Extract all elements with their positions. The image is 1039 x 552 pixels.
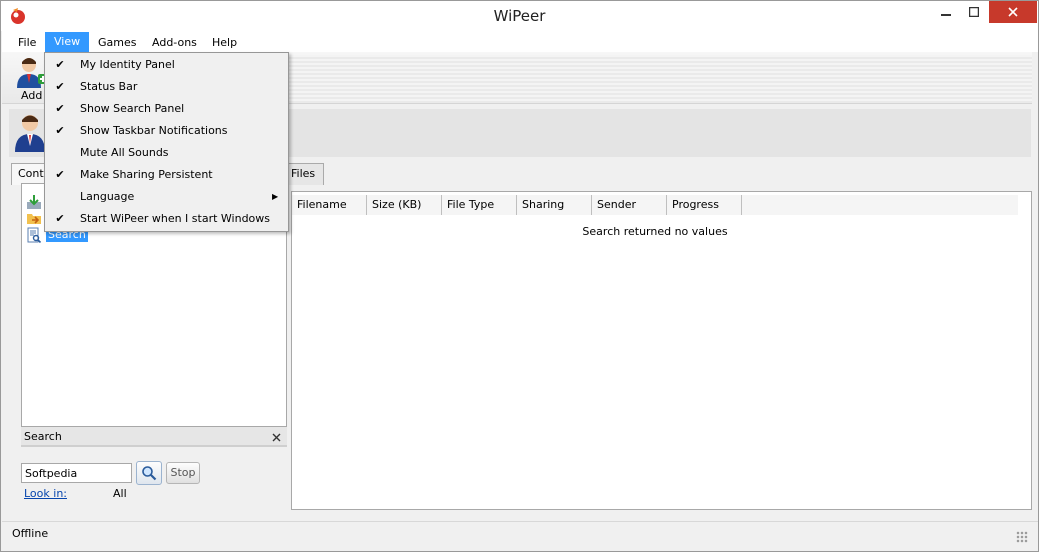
menu-item-show-taskbar-notifications[interactable]: ✔ Show Taskbar Notifications (45, 120, 288, 142)
search-input[interactable] (21, 463, 132, 483)
download-icon (27, 195, 41, 209)
search-document-icon (27, 227, 42, 243)
look-in-link[interactable]: Look in: (24, 487, 67, 500)
checkmark-icon: ✔ (55, 168, 65, 181)
toolbar-background (288, 55, 1032, 103)
menu-item-label: Show Taskbar Notifications (80, 124, 228, 137)
view-menu-dropdown: ✔ My Identity Panel ✔ Status Bar ✔ Show … (44, 52, 289, 232)
menu-help[interactable]: Help (206, 34, 243, 51)
column-header-file-type[interactable]: File Type (442, 195, 517, 215)
menu-item-label: Mute All Sounds (80, 146, 169, 159)
menu-addons[interactable]: Add-ons (146, 34, 203, 51)
search-panel-header: Search (21, 427, 287, 447)
menu-item-label: Start WiPeer when I start Windows (80, 212, 271, 225)
empty-results-message: Search returned no values (582, 225, 728, 238)
maximize-button[interactable] (960, 1, 988, 23)
menu-item-label: Show Search Panel (80, 102, 185, 115)
stop-button[interactable]: Stop (166, 462, 200, 484)
menu-item-show-search-panel[interactable]: ✔ Show Search Panel (45, 98, 288, 120)
maximize-icon (969, 7, 979, 17)
checkmark-icon: ✔ (55, 80, 65, 93)
minimize-button[interactable] (932, 1, 960, 23)
files-table-header: Filename Size (KB) File Type Sharing Sen… (292, 195, 1018, 215)
minimize-icon (941, 14, 951, 16)
status-text: Offline (12, 527, 49, 540)
menu-item-status-bar[interactable]: ✔ Status Bar (45, 76, 288, 98)
column-header-filename[interactable]: Filename (292, 195, 367, 215)
menu-item-make-sharing-persistent[interactable]: ✔ Make Sharing Persistent (45, 164, 288, 186)
menu-view[interactable]: View (45, 32, 90, 52)
column-header-sharing[interactable]: Sharing (517, 195, 592, 215)
resize-grip-icon[interactable] (1016, 531, 1028, 543)
close-icon (1008, 7, 1018, 17)
menu-item-label: Language (80, 190, 135, 203)
window-title: WiPeer (493, 7, 546, 25)
menu-item-label: Status Bar (80, 80, 138, 93)
menu-item-my-identity-panel[interactable]: ✔ My Identity Panel (45, 54, 288, 76)
checkmark-icon: ✔ (55, 212, 65, 225)
app-window: WiPeer File View Games Add-ons Help Add (0, 0, 1039, 552)
tree-row-shared[interactable] (26, 210, 42, 226)
submenu-arrow-icon: ▶ (272, 192, 279, 201)
menu-games[interactable]: Games (92, 34, 142, 51)
checkmark-icon: ✔ (55, 102, 65, 115)
column-header-progress[interactable]: Progress (667, 195, 742, 215)
close-icon (272, 433, 281, 442)
files-panel (291, 191, 1032, 510)
checkmark-icon: ✔ (55, 124, 65, 137)
menu-item-language[interactable]: Language ▶ (45, 186, 288, 208)
search-panel-title: Search (24, 430, 62, 443)
column-header-size[interactable]: Size (KB) (367, 195, 442, 215)
menu-item-mute-all-sounds[interactable]: Mute All Sounds (45, 142, 288, 164)
title-bar: WiPeer (1, 1, 1038, 31)
checkmark-icon: ✔ (55, 58, 65, 71)
search-button[interactable] (136, 461, 162, 485)
close-search-panel-button[interactable] (272, 428, 281, 446)
shared-folder-icon (27, 214, 41, 224)
menu-bar: File View Games Add-ons Help (2, 31, 1038, 52)
tree-row-downloads[interactable] (26, 194, 42, 210)
menu-item-label: My Identity Panel (80, 58, 175, 71)
close-window-button[interactable] (989, 1, 1037, 23)
menu-file[interactable]: File (12, 34, 42, 51)
status-bar (2, 521, 1038, 551)
menu-item-label: Make Sharing Persistent (80, 168, 213, 181)
column-header-sender[interactable]: Sender (592, 195, 667, 215)
search-icon (142, 466, 157, 481)
add-button-label: Add (21, 89, 43, 102)
user-avatar-icon (15, 115, 45, 152)
look-in-value: All (113, 487, 127, 500)
menu-item-start-with-windows[interactable]: ✔ Start WiPeer when I start Windows (45, 208, 288, 230)
tab-files[interactable]: Files (284, 163, 324, 185)
